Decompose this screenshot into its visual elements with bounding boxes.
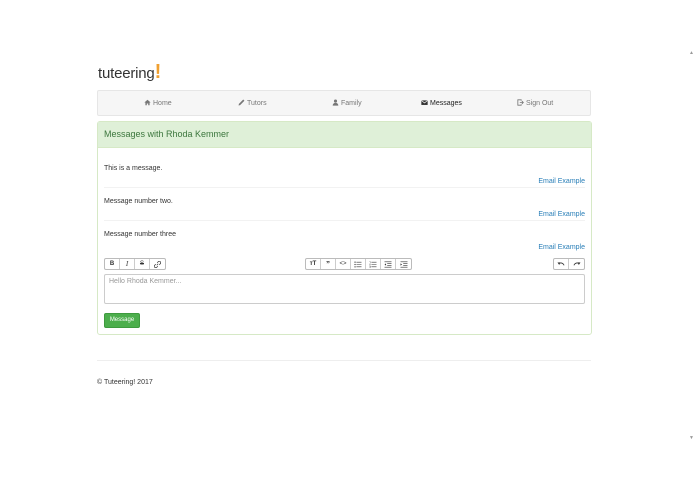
nav-label-messages: Messages	[430, 100, 462, 107]
heading-button[interactable]: тT	[306, 259, 321, 269]
nav-item-home[interactable]: Home	[144, 91, 172, 117]
block-toolbar-group: тT ” <>	[305, 258, 412, 270]
italic-button[interactable]: I	[120, 259, 135, 269]
nav-item-sign-out[interactable]: Sign Out	[517, 91, 553, 117]
user-icon	[332, 99, 339, 106]
message-sender-link[interactable]: Email Example	[538, 244, 585, 251]
undo-icon	[557, 261, 565, 265]
code-button[interactable]: <>	[336, 259, 351, 269]
footer-divider	[97, 360, 591, 361]
message-text: This is a message.	[104, 165, 163, 172]
outdent-icon	[384, 260, 392, 268]
send-message-button[interactable]: Message	[104, 313, 140, 328]
link-button[interactable]	[150, 259, 165, 269]
redo-icon	[573, 261, 580, 265]
nav-label-sign-out: Sign Out	[526, 100, 554, 107]
bold-icon: B	[109, 261, 115, 267]
strikethrough-button[interactable]: S	[135, 259, 150, 269]
numbered-list-icon	[369, 260, 377, 268]
message-editor[interactable]: Hello Rhoda Kemmer...	[104, 274, 585, 304]
scroll-up-icon[interactable]: ▲	[689, 51, 694, 56]
panel-title: Messages with Rhoda Kemmer	[98, 122, 591, 148]
strikethrough-icon: S	[139, 261, 144, 267]
message-text: Message number three	[104, 231, 176, 238]
history-toolbar-group	[553, 258, 585, 270]
pencil-icon	[238, 99, 245, 106]
link-icon	[154, 260, 161, 268]
nav-label-family: Family	[341, 100, 362, 107]
nav-item-family[interactable]: Family	[332, 91, 362, 117]
quote-button[interactable]: ”	[321, 259, 336, 269]
home-icon	[144, 99, 151, 106]
bold-button[interactable]: B	[105, 259, 120, 269]
undo-button[interactable]	[554, 259, 569, 269]
outdent-button[interactable]	[381, 259, 396, 269]
nav-item-tutors[interactable]: Tutors	[238, 91, 267, 117]
main-navbar: Home Tutors Family Messages Sign Out	[97, 90, 591, 116]
nav-label-tutors: Tutors	[247, 100, 267, 107]
message-item: This is a message. Email Example	[104, 154, 585, 188]
footer-copyright: © Tuteering! 2017	[97, 379, 153, 386]
indent-button[interactable]	[396, 259, 411, 269]
brand-logo[interactable]: tuteering!	[98, 61, 161, 84]
sign-out-icon	[517, 99, 524, 106]
message-item: Message number two. Email Example	[104, 187, 585, 221]
message-sender-link[interactable]: Email Example	[538, 178, 585, 185]
italic-icon: I	[125, 260, 129, 268]
redo-button[interactable]	[569, 259, 584, 269]
message-item: Message number three Email Example	[104, 220, 585, 253]
heading-icon: тT	[309, 261, 317, 267]
code-icon: <>	[339, 261, 347, 267]
nav-label-home: Home	[153, 100, 172, 107]
messages-panel: Messages with Rhoda Kemmer This is a mes…	[97, 121, 592, 335]
numbered-list-button[interactable]	[366, 259, 381, 269]
message-text: Message number two.	[104, 198, 173, 205]
bullet-list-button[interactable]	[351, 259, 366, 269]
envelope-icon	[421, 100, 428, 105]
brand-mark: !	[154, 61, 162, 83]
format-toolbar-group: B I S	[104, 258, 166, 270]
bullet-list-icon	[354, 261, 362, 267]
brand-name: tuteering	[98, 65, 155, 82]
scrollbar[interactable]	[689, 0, 695, 494]
indent-icon	[400, 260, 407, 268]
quote-icon: ”	[326, 259, 330, 269]
nav-item-messages[interactable]: Messages	[421, 91, 462, 117]
message-sender-link[interactable]: Email Example	[538, 211, 585, 218]
editor-placeholder: Hello Rhoda Kemmer...	[109, 278, 182, 285]
scroll-down-icon[interactable]: ▼	[689, 436, 694, 441]
